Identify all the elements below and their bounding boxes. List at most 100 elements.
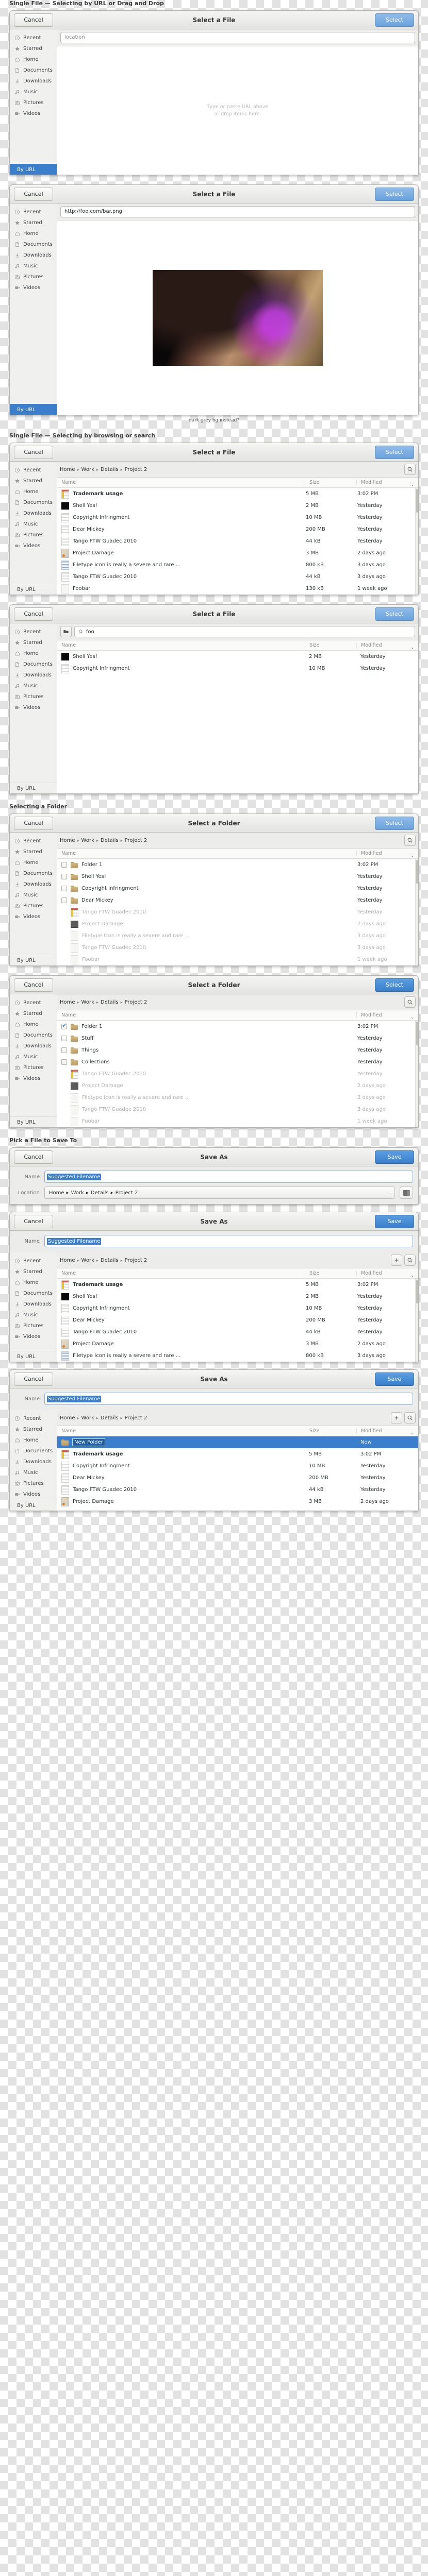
table-row[interactable]: Filetype Icon is really a severe and rar… [57, 930, 415, 942]
table-row[interactable]: Filetype Icon is really a severe and rar… [57, 1350, 415, 1362]
breadcrumb-item[interactable]: Details [101, 467, 119, 472]
breadcrumb-item[interactable]: Work [81, 999, 94, 1005]
cancel-button[interactable]: Cancel [14, 816, 53, 830]
table-row[interactable]: Shell Yes! Yesterday [57, 871, 415, 883]
new-folder-button[interactable] [391, 1255, 402, 1266]
table-row[interactable]: Foobar 1 week ago [57, 954, 415, 965]
confirm-button[interactable]: Select [375, 13, 414, 27]
row-checkbox[interactable] [61, 874, 67, 879]
column-header-name[interactable]: Name [57, 642, 305, 648]
row-checkbox[interactable] [61, 1036, 67, 1041]
sidebar-item-music[interactable]: Music [10, 1052, 57, 1062]
cancel-button[interactable]: Cancel [14, 187, 53, 201]
sidebar-item-videos[interactable]: Videos [10, 282, 57, 293]
cancel-button[interactable]: Cancel [14, 1214, 53, 1228]
confirm-button[interactable]: Select [375, 607, 414, 621]
sidebar-item-downloads[interactable]: Downloads [10, 1041, 57, 1052]
column-header-modified[interactable]: Modified ⌄ [356, 1428, 418, 1435]
sidebar-item-pictures[interactable]: Pictures [10, 901, 57, 911]
sidebar-item-music[interactable]: Music [10, 87, 57, 97]
table-row[interactable]: Foobar 130 kB 1 week ago [57, 583, 415, 595]
table-row[interactable]: Tango FTW Guadec 2010 44 kB 3 days ago [57, 571, 415, 583]
sidebar-item-music[interactable]: Music [10, 519, 57, 530]
sidebar-item-recent[interactable]: Recent [10, 1413, 57, 1424]
breadcrumb-item[interactable]: Home [60, 1415, 75, 1421]
by-url-button[interactable]: By URL [10, 164, 57, 175]
table-row[interactable]: Folder 1 3:02 PM [57, 1021, 415, 1032]
table-row[interactable]: Collections Yesterday [57, 1056, 415, 1068]
location-input[interactable]: location [60, 32, 415, 43]
cancel-button[interactable]: Cancel [14, 607, 53, 621]
location-dropdown[interactable]: Home ▸ Work ▸ Details ▸ Project 2 ⌄ [44, 1187, 395, 1199]
table-row[interactable]: Dear Mickey 200 MB Yesterday [57, 1314, 415, 1326]
column-header-name[interactable]: Name [57, 1428, 305, 1434]
breadcrumb-item[interactable]: Work [81, 1258, 94, 1263]
sidebar-item-downloads[interactable]: Downloads [10, 670, 57, 681]
breadcrumb-item[interactable]: Home [60, 838, 75, 843]
sidebar-item-videos[interactable]: Videos [10, 702, 57, 713]
sidebar-item-downloads[interactable]: Downloads [10, 879, 57, 890]
sidebar-item-documents[interactable]: Documents [10, 1030, 57, 1041]
breadcrumb-item[interactable]: Project 2 [125, 467, 147, 472]
sidebar-item-home[interactable]: Home [10, 648, 57, 659]
table-row[interactable]: Project Damage 3 MB 2 days ago [57, 547, 415, 559]
table-row[interactable]: Dear Mickey Yesterday [57, 894, 415, 906]
table-row[interactable]: Project Damage 2 days ago [57, 1080, 415, 1092]
breadcrumb-item[interactable]: Work [71, 1190, 84, 1196]
table-row[interactable]: Tango FTW Guadec 2010 Yesterday [57, 1068, 415, 1080]
breadcrumb-item[interactable]: Home [49, 1190, 64, 1196]
sidebar-item-pictures[interactable]: Pictures [10, 272, 57, 282]
browse-folder-button[interactable] [400, 1187, 413, 1199]
sidebar-item-pictures[interactable]: Pictures [10, 1320, 57, 1331]
row-checkbox[interactable] [61, 897, 67, 903]
sidebar-item-downloads[interactable]: Downloads [10, 76, 57, 87]
breadcrumb-item[interactable]: Project 2 [125, 999, 147, 1005]
sidebar-item-home[interactable]: Home [10, 857, 57, 868]
sidebar-item-starred[interactable]: Starred [10, 476, 57, 486]
sidebar-item-starred[interactable]: Starred [10, 217, 57, 228]
sidebar-item-music[interactable]: Music [10, 681, 57, 691]
cancel-button[interactable]: Cancel [14, 1150, 53, 1164]
vertical-scrollbar[interactable] [415, 488, 418, 595]
search-input[interactable]: foo [74, 626, 415, 637]
table-row[interactable]: Shell Yes! 2 MB Yesterday [57, 500, 415, 512]
table-row[interactable]: Trademark usage 5 MB 3:02 PM [57, 1448, 418, 1460]
breadcrumb-item[interactable]: Home [60, 999, 75, 1005]
breadcrumb-item[interactable]: Details [101, 999, 119, 1005]
table-row[interactable]: Project Damage 3 MB 2 days ago [57, 1338, 415, 1350]
new-folder-row[interactable]: New Folder Now [57, 1436, 418, 1448]
confirm-button[interactable]: Save [375, 1150, 414, 1164]
column-header-size[interactable]: Size [305, 1270, 356, 1276]
sidebar-item-pictures[interactable]: Pictures [10, 691, 57, 702]
sidebar-item-videos[interactable]: Videos [10, 1331, 57, 1342]
sidebar-item-home[interactable]: Home [10, 54, 57, 65]
sidebar-item-music[interactable]: Music [10, 261, 57, 272]
table-row[interactable]: Tango FTW Guadec 2010 Yesterday [57, 906, 415, 918]
breadcrumb-item[interactable]: Details [101, 1415, 119, 1421]
cancel-button[interactable]: Cancel [14, 978, 53, 992]
location-input[interactable]: http://foo.com/bar.png [60, 206, 415, 217]
column-header-size[interactable]: Size [305, 642, 356, 648]
row-checkbox[interactable] [61, 862, 67, 868]
breadcrumb-item[interactable]: Work [81, 1415, 94, 1421]
sidebar-item-home[interactable]: Home [10, 228, 57, 239]
sidebar-item-downloads[interactable]: Downloads [10, 1299, 57, 1310]
confirm-button[interactable]: Select [375, 187, 414, 201]
table-row[interactable]: Shell Yes! 2 MB Yesterday [57, 1291, 415, 1302]
vertical-scrollbar[interactable] [415, 859, 418, 965]
sidebar-item-downloads[interactable]: Downloads [10, 250, 57, 261]
sidebar-item-music[interactable]: Music [10, 1467, 57, 1478]
table-row[interactable]: Tango FTW Guadec 2010 44 kB Yesterday [57, 1326, 415, 1338]
sidebar-item-videos[interactable]: Videos [10, 108, 57, 119]
column-header-modified[interactable]: Modified ⌄ [356, 642, 418, 650]
sidebar-item-recent[interactable]: Recent [10, 207, 57, 217]
sidebar-item-home[interactable]: Home [10, 486, 57, 497]
sidebar-item-starred[interactable]: Starred [10, 1424, 57, 1435]
row-checkbox[interactable] [61, 1047, 67, 1053]
new-folder-name-input[interactable]: New Folder [72, 1438, 105, 1446]
breadcrumb-item[interactable]: Work [81, 467, 94, 472]
breadcrumb-item[interactable]: Project 2 [116, 1190, 138, 1196]
table-row[interactable]: Tango FTW Guadec 2010 44 kB Yesterday [57, 535, 415, 547]
sidebar-item-documents[interactable]: Documents [10, 659, 57, 670]
breadcrumb-item[interactable]: Project 2 [125, 1258, 147, 1263]
